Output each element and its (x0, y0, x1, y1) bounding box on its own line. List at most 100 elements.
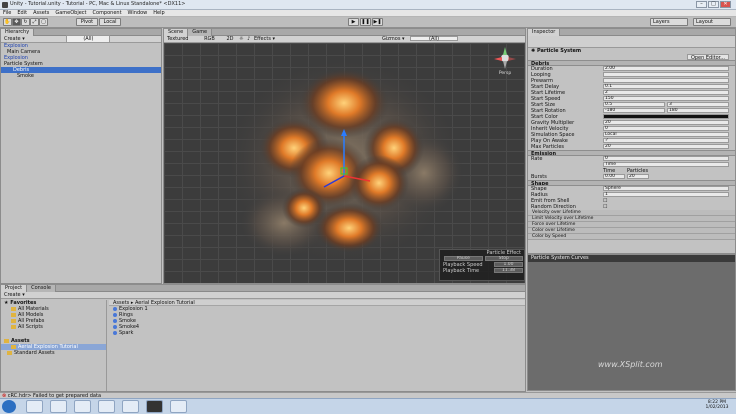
burst-time-field[interactable]: 0.00 (603, 174, 625, 179)
menu-edit[interactable]: Edit (14, 10, 30, 17)
effects-dropdown[interactable]: Effects ▾ (254, 36, 275, 42)
prop-field[interactable]: 150 (603, 96, 729, 101)
explorer-icon[interactable] (26, 400, 43, 413)
menu-window[interactable]: Window (125, 10, 151, 17)
window-title: Unity - Tutorial.unity - Tutorial - PC, … (10, 1, 186, 7)
tab-inspector[interactable]: Inspector (528, 29, 561, 36)
file-spark[interactable]: Spark (119, 330, 133, 336)
tab-project[interactable]: Project (1, 285, 28, 292)
minimize-button[interactable]: – (696, 1, 707, 8)
rect-tool-icon[interactable]: ▢ (39, 18, 48, 26)
close-button[interactable]: ✕ (720, 1, 731, 8)
prop-field[interactable]: 20 (603, 120, 729, 125)
local-toggle[interactable]: Local (99, 18, 121, 26)
particle-system-icon: ✺ (531, 48, 536, 54)
lighting-icon[interactable]: ☼ (239, 36, 243, 42)
prop-field-max[interactable]: 3 (667, 102, 729, 107)
bursts-label: Bursts (531, 174, 547, 180)
playback-time-field[interactable]: 11.38 (494, 268, 523, 273)
prop-field[interactable]: ✓ (603, 138, 729, 143)
rate-mode-dropdown[interactable]: Time (603, 162, 729, 167)
scene-viewport[interactable]: Persp (164, 43, 525, 283)
prop-field-max[interactable]: 180 (667, 108, 729, 113)
word-icon[interactable] (170, 400, 187, 413)
burst-particles-field[interactable]: 20 (627, 174, 649, 179)
prop-field[interactable]: 0 (603, 126, 729, 131)
hand-tool-icon[interactable]: ✋ (3, 18, 12, 26)
2d-toggle[interactable]: 2D (226, 36, 233, 42)
rotate-tool-icon[interactable]: ↻ (21, 18, 30, 26)
start-button[interactable] (2, 400, 16, 413)
radius-field[interactable]: 1 (603, 192, 729, 197)
layers-dropdown[interactable]: Layers (650, 18, 688, 26)
tab-scene[interactable]: Scene (164, 29, 189, 36)
prop-field[interactable] (603, 114, 729, 119)
chrome-window-icon[interactable] (122, 400, 139, 413)
xsplit-watermark: www.XSplit.com (598, 360, 663, 369)
hierarchy-search-input[interactable]: (All) (66, 35, 111, 43)
prop-field[interactable]: -180 (603, 108, 665, 113)
scene-orientation-gizmo[interactable]: Persp (494, 47, 516, 76)
project-tree: ★ Favorites All Materials All Models All… (1, 300, 107, 391)
audio-icon[interactable]: ♪ (247, 36, 250, 42)
gizmos-dropdown[interactable]: Gizmos ▾ (382, 36, 405, 43)
folder-standard-assets[interactable]: Standard Assets (14, 350, 55, 356)
unity-icon (2, 2, 8, 8)
playback-speed-field[interactable]: 1.00 (494, 262, 523, 267)
stop-effect-button[interactable]: Stop (484, 256, 523, 261)
pivot-toggle[interactable]: Pivot (76, 18, 98, 26)
random-direction-checkbox[interactable]: ☐ (603, 204, 607, 210)
tab-game[interactable]: Game (188, 29, 213, 36)
title-bar: Unity - Tutorial.unity - Tutorial - PC, … (0, 0, 736, 10)
menu-component[interactable]: Component (90, 10, 125, 17)
prop-field[interactable]: 20 (603, 144, 729, 149)
prop-label: Max Particles (531, 144, 565, 150)
render-mode-dropdown[interactable]: Textured (167, 36, 188, 42)
prop-field[interactable]: 0.1 (603, 84, 729, 89)
rate-field[interactable]: 0 (603, 156, 729, 161)
color-mode-dropdown[interactable]: RGB (204, 36, 215, 42)
prop-field[interactable] (603, 72, 729, 77)
search-folder-icon (11, 318, 16, 323)
prop-field[interactable]: 2.00 (603, 66, 729, 71)
project-create-button[interactable]: Create ▾ (4, 292, 25, 298)
fav-all-scripts[interactable]: All Scripts (18, 324, 43, 330)
shape-dropdown[interactable]: Sphere (603, 186, 729, 191)
pause-button[interactable]: ❚❚ (360, 18, 371, 26)
layout-dropdown[interactable]: Layout (693, 18, 731, 26)
folder-icon (11, 344, 16, 349)
prop-field[interactable]: 2 (603, 90, 729, 95)
tab-hierarchy[interactable]: Hierarchy (1, 29, 35, 36)
module-color-by-speed[interactable]: Color by Speed (528, 234, 735, 240)
folder-icon (7, 350, 12, 355)
tab-console[interactable]: Console (27, 285, 56, 292)
prop-field[interactable] (603, 78, 729, 83)
prop-field[interactable]: 0.5 (603, 102, 665, 107)
maximize-button[interactable]: □ (708, 1, 719, 8)
persp-label: Persp (498, 71, 512, 76)
project-files: Assets ▸ Aerial Explosion Tutorial Explo… (109, 300, 525, 336)
step-button[interactable]: ▶❚ (372, 18, 383, 26)
menu-assets[interactable]: Assets (30, 10, 52, 17)
hierarchy-item-smoke[interactable]: Smoke (1, 73, 161, 79)
menu-file[interactable]: File (0, 10, 14, 17)
scene-panel: Scene Game Textured RGB 2D ☼ ♪ Effects ▾ … (163, 28, 526, 284)
hierarchy-panel: Hierarchy Create ▾ (All) Explosion Main … (0, 28, 162, 284)
play-button[interactable]: ▶ (348, 18, 359, 26)
chrome-icon[interactable] (50, 400, 67, 413)
move-tool-icon[interactable]: ✥ (12, 18, 21, 26)
taskbar: 8:22 PM 1/02/2013 (0, 398, 736, 414)
xsplit-icon[interactable] (146, 400, 163, 413)
particle-effect-overlay: Particle Effect Pause Stop Playback Speed… (439, 249, 525, 281)
unity-taskbar-icon[interactable] (74, 400, 91, 413)
open-editor-button[interactable]: Open Editor... (686, 54, 729, 60)
scene-search-input[interactable]: (All) (410, 36, 459, 42)
menu-help[interactable]: Help (150, 10, 167, 17)
prefab-icon (113, 318, 117, 323)
pause-effect-button[interactable]: Pause (444, 256, 483, 261)
prop-field[interactable]: Local (603, 132, 729, 137)
scale-tool-icon[interactable]: ⤢ (30, 18, 39, 26)
hierarchy-create-button[interactable]: Create ▾ (4, 36, 25, 42)
skype-icon[interactable] (98, 400, 115, 413)
menu-gameobject[interactable]: GameObject (52, 10, 89, 17)
